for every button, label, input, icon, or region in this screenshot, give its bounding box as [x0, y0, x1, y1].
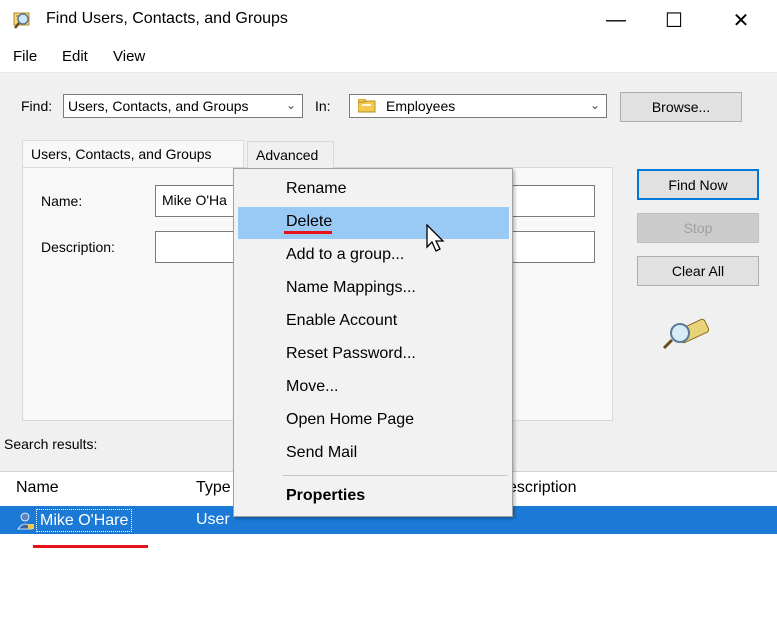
window-title: Find Users, Contacts, and Groups [46, 10, 288, 27]
menu-item-reset-password[interactable]: Reset Password... [286, 345, 416, 363]
find-dialog-window: Find Users, Contacts, and Groups — ☐ ✕ F… [0, 0, 777, 629]
find-label: Find: [21, 98, 53, 114]
menu-item-add-to-group[interactable]: Add to a group... [286, 246, 404, 264]
column-header-name[interactable]: Name [16, 479, 59, 497]
stop-button[interactable]: Stop [637, 213, 759, 243]
find-type-value: Users, Contacts, and Groups [68, 98, 249, 114]
context-menu-highlight [238, 207, 509, 239]
menu-separator [282, 475, 508, 476]
minimize-button[interactable]: — [593, 0, 639, 40]
in-location-value: Employees [386, 98, 456, 114]
column-header-description[interactable]: escription [508, 479, 576, 497]
annotation-underline [33, 545, 148, 548]
folder-icon [357, 98, 376, 113]
column-header-type[interactable]: Type [196, 479, 231, 497]
menu-view[interactable]: View [113, 48, 145, 65]
find-type-select[interactable]: Users, Contacts, and Groups ⌄ [63, 94, 303, 118]
maximize-icon: ☐ [665, 9, 683, 32]
clear-all-button[interactable]: Clear All [637, 256, 759, 286]
context-menu: Rename Delete Add to a group... Name Map… [233, 168, 513, 517]
result-name-cell[interactable]: Mike O'Hare [36, 509, 133, 532]
find-search-icon [12, 9, 34, 31]
in-location-select[interactable]: Employees ⌄ [349, 94, 607, 118]
tab-advanced[interactable]: Advanced [247, 141, 334, 168]
search-results-label: Search results: [4, 436, 98, 452]
menu-item-send-mail[interactable]: Send Mail [286, 444, 357, 462]
menu-item-enable-account[interactable]: Enable Account [286, 312, 397, 330]
name-label: Name: [41, 193, 83, 209]
chevron-down-icon: ⌄ [285, 98, 296, 112]
description-label: Description: [41, 239, 115, 255]
menu-item-delete[interactable]: Delete [286, 213, 332, 231]
chevron-down-icon: ⌄ [589, 98, 600, 112]
maximize-button[interactable]: ☐ [651, 0, 697, 40]
in-label: In: [315, 98, 331, 114]
mouse-cursor-icon [426, 223, 448, 254]
minimize-icon: — [606, 8, 626, 31]
close-icon: ✕ [732, 9, 750, 32]
menu-item-move[interactable]: Move... [286, 378, 338, 396]
flashlight-icon [660, 312, 712, 352]
menu-item-name-mappings[interactable]: Name Mappings... [286, 279, 416, 297]
menu-file[interactable]: File [13, 48, 37, 65]
menu-item-rename[interactable]: Rename [286, 180, 346, 198]
annotation-underline [284, 231, 332, 234]
title-bar: Find Users, Contacts, and Groups — ☐ ✕ [0, 0, 777, 40]
find-now-button[interactable]: Find Now [637, 169, 759, 200]
close-button[interactable]: ✕ [718, 0, 764, 40]
result-type-cell: User [196, 511, 230, 528]
user-icon [16, 511, 36, 531]
tab-users-contacts-groups[interactable]: Users, Contacts, and Groups [22, 140, 244, 167]
browse-button[interactable]: Browse... [620, 92, 742, 122]
menu-item-properties[interactable]: Properties [286, 487, 365, 505]
menu-edit[interactable]: Edit [62, 48, 88, 65]
menu-item-open-home-page[interactable]: Open Home Page [286, 411, 414, 429]
